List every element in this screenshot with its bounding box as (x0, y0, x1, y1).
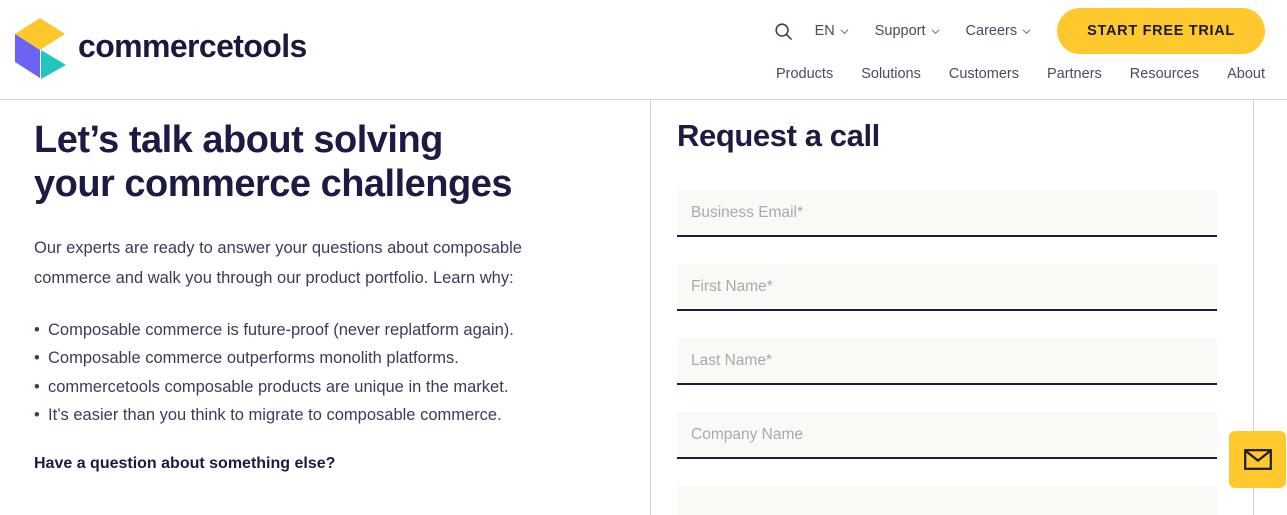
site-header: commercetools EN Support Careers START F… (0, 0, 1287, 100)
chevron-down-icon (1022, 28, 1031, 34)
utility-link-label: Support (874, 23, 926, 39)
nav-item-about[interactable]: About (1227, 66, 1265, 82)
field-first-name (677, 264, 1217, 311)
field-last-name (677, 338, 1217, 385)
main-navigation: Products Solutions Customers Partners Re… (776, 66, 1265, 82)
nav-item-solutions[interactable]: Solutions (861, 66, 921, 82)
last-name-input[interactable] (677, 338, 1217, 385)
list-item: commercetools composable products are un… (34, 373, 614, 402)
utility-navigation: EN Support Careers START FREE TRIAL (767, 8, 1265, 54)
nav-item-customers[interactable]: Customers (949, 66, 1019, 82)
headline-line-2: your commerce challenges (34, 163, 513, 206)
nav-item-products[interactable]: Products (776, 66, 833, 82)
field-company-name (677, 412, 1217, 459)
chevron-down-icon (931, 28, 940, 34)
page-title: Let’s talk about solving your commerce c… (34, 118, 614, 207)
list-item: Composable commerce outperforms monolith… (34, 344, 614, 373)
benefits-list: Composable commerce is future-proof (nev… (34, 316, 614, 430)
company-name-input[interactable] (677, 412, 1217, 459)
start-free-trial-button[interactable]: START FREE TRIAL (1057, 8, 1265, 54)
form-title: Request a call (677, 118, 880, 153)
search-button[interactable] (767, 14, 801, 48)
utility-link-label: EN (814, 23, 835, 39)
utility-link-careers[interactable]: Careers (966, 23, 1032, 39)
intro-paragraph: Our experts are ready to answer your que… (34, 238, 522, 288)
list-item: It’s easier than you think to migrate to… (34, 401, 614, 430)
field-business-email (677, 190, 1217, 237)
chevron-down-icon (840, 28, 849, 34)
page-content: Let’s talk about solving your commerce c… (0, 100, 1287, 515)
first-name-input[interactable] (677, 264, 1217, 311)
utility-link-label: Careers (965, 23, 1018, 39)
nav-item-partners[interactable]: Partners (1047, 66, 1102, 82)
secondary-question-heading: Have a question about something else? (34, 455, 336, 473)
request-a-call-form: Request a call (651, 100, 1286, 515)
field-additional (677, 486, 1217, 515)
utility-link-support[interactable]: Support (875, 23, 940, 39)
headline-line-1: Let’s talk about solving (34, 119, 443, 161)
logo-link[interactable]: commercetools (10, 8, 307, 82)
business-email-input[interactable] (677, 190, 1217, 237)
nav-item-resources[interactable]: Resources (1130, 66, 1199, 82)
search-icon (775, 22, 792, 40)
commercetools-logo-icon (15, 18, 66, 79)
additional-input[interactable] (677, 486, 1217, 515)
list-item: Composable commerce is future-proof (nev… (34, 316, 614, 345)
logo-wordmark: commercetools (78, 28, 307, 64)
utility-link-language[interactable]: EN (815, 23, 849, 39)
envelope-icon (1243, 449, 1272, 470)
contact-email-widget-button[interactable] (1229, 431, 1286, 488)
intro-column: Let’s talk about solving your commerce c… (0, 100, 651, 515)
